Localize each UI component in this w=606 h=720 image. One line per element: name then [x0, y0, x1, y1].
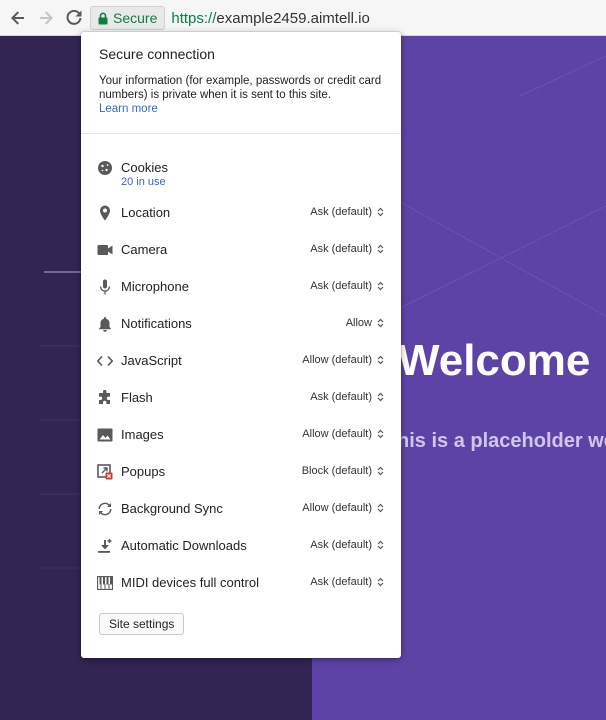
code-brackets-icon [96, 352, 114, 370]
cookie-icon [96, 159, 114, 177]
permission-label: Popups [121, 464, 166, 479]
permission-value: Ask (default) [310, 539, 372, 551]
back-button[interactable] [8, 8, 28, 28]
permission-value: Block (default) [301, 465, 372, 477]
permission-select[interactable]: Allow [346, 317, 384, 329]
cookies-label: Cookies [121, 160, 168, 175]
bell-icon [96, 315, 114, 333]
hero-subtitle: his is a placeholder we [397, 430, 606, 452]
permission-label: Microphone [121, 279, 189, 294]
permission-select[interactable]: Ask (default) [310, 206, 384, 218]
secure-chip[interactable]: Secure [90, 6, 166, 30]
permission-select[interactable]: Allow (default) [302, 354, 384, 366]
updown-icon [377, 503, 384, 513]
popup-description: Your information (for example, passwords… [99, 74, 383, 116]
piano-keys-icon [96, 574, 114, 592]
permission-value: Ask (default) [310, 206, 372, 218]
permission-value: Allow [345, 317, 372, 329]
site-settings-button[interactable]: Site settings [99, 613, 185, 635]
download-icon [96, 537, 114, 555]
puzzle-icon [96, 389, 114, 407]
permission-row-camera[interactable]: Camera Ask (default) [81, 237, 401, 263]
reload-icon [66, 10, 82, 25]
arrow-left-icon [11, 11, 24, 25]
permission-row-notifications[interactable]: Notifications Allow [81, 311, 401, 337]
permission-label: Location [121, 205, 171, 220]
sync-icon [96, 500, 114, 518]
permission-value: Ask (default) [310, 243, 372, 255]
hero-title: Welcome [398, 336, 591, 385]
updown-icon [377, 540, 384, 550]
browser-toolbar: Secure https://example2459.aimtell.io [0, 0, 606, 36]
forward-button[interactable] [36, 8, 56, 28]
permission-row-midi[interactable]: MIDI devices full control Ask (default) [81, 570, 401, 596]
permission-label: Notifications [121, 316, 192, 331]
url-host: example2459.aimtell.io [216, 9, 370, 27]
updown-icon [377, 466, 384, 476]
url-scheme: https:// [171, 9, 217, 27]
permission-row-location[interactable]: Location Ask (default) [81, 200, 401, 226]
permission-value: Allow (default) [302, 428, 372, 440]
popup-title: Secure connection [99, 46, 215, 62]
updown-icon [377, 281, 384, 291]
permission-select[interactable]: Allow (default) [302, 428, 384, 440]
updown-icon [377, 577, 384, 587]
updown-icon [377, 392, 384, 402]
permission-row-javascript[interactable]: JavaScript Allow (default) [81, 348, 401, 374]
url-text[interactable]: https://example2459.aimtell.io [171, 10, 369, 27]
permission-select[interactable]: Ask (default) [310, 539, 384, 551]
permission-value: Ask (default) [310, 280, 372, 292]
omnibox[interactable]: Secure https://example2459.aimtell.io [90, 5, 606, 31]
updown-icon [377, 244, 384, 254]
permission-label: Camera [121, 242, 168, 257]
permission-label: MIDI devices full control [121, 575, 259, 590]
permission-select[interactable]: Ask (default) [310, 243, 384, 255]
permission-row-automatic-downloads[interactable]: Automatic Downloads Ask (default) [81, 533, 401, 559]
permission-row-flash[interactable]: Flash Ask (default) [81, 385, 401, 411]
permission-select[interactable]: Ask (default) [310, 280, 384, 292]
permission-value: Allow (default) [302, 354, 372, 366]
updown-icon [377, 207, 384, 217]
permission-value: Allow (default) [302, 502, 372, 514]
permission-select[interactable]: Ask (default) [310, 576, 384, 588]
popup-header: Secure connection Your information (for … [81, 32, 401, 134]
permission-row-background-sync[interactable]: Background Sync Allow (default) [81, 496, 401, 522]
popup-blocked-icon [96, 463, 114, 481]
permission-label: Background Sync [121, 501, 223, 516]
updown-icon [377, 355, 384, 365]
permission-row-popups[interactable]: Popups Block (default) [81, 459, 401, 485]
location-pin-icon [96, 204, 114, 222]
permission-row-microphone[interactable]: Microphone Ask (default) [81, 274, 401, 300]
permission-select[interactable]: Block (default) [302, 465, 384, 477]
site-info-popup: Secure connection Your information (for … [81, 32, 401, 658]
permission-label: Images [121, 427, 164, 442]
updown-icon [377, 429, 384, 439]
description-text: Your information (for example, passwords… [99, 75, 382, 101]
cookies-row[interactable]: Cookies 20 in use [81, 155, 401, 188]
permission-label: Automatic Downloads [121, 538, 247, 553]
updown-icon [377, 318, 384, 328]
permission-row-images[interactable]: Images Allow (default) [81, 422, 401, 448]
learn-more-link[interactable]: Learn more [99, 102, 158, 116]
permission-select[interactable]: Allow (default) [302, 502, 384, 514]
permission-value: Ask (default) [310, 576, 372, 588]
lock-icon [98, 12, 108, 25]
arrow-right-icon [40, 11, 53, 25]
camera-icon [96, 241, 114, 259]
permission-label: Flash [121, 390, 153, 405]
secure-label: Secure [113, 10, 158, 26]
image-icon [96, 426, 114, 444]
permission-value: Ask (default) [310, 391, 372, 403]
permission-select[interactable]: Ask (default) [310, 391, 384, 403]
reload-button[interactable] [64, 8, 84, 28]
permission-label: JavaScript [121, 353, 182, 368]
cookies-in-use-link[interactable]: 20 in use [121, 176, 166, 188]
microphone-icon [96, 278, 114, 296]
